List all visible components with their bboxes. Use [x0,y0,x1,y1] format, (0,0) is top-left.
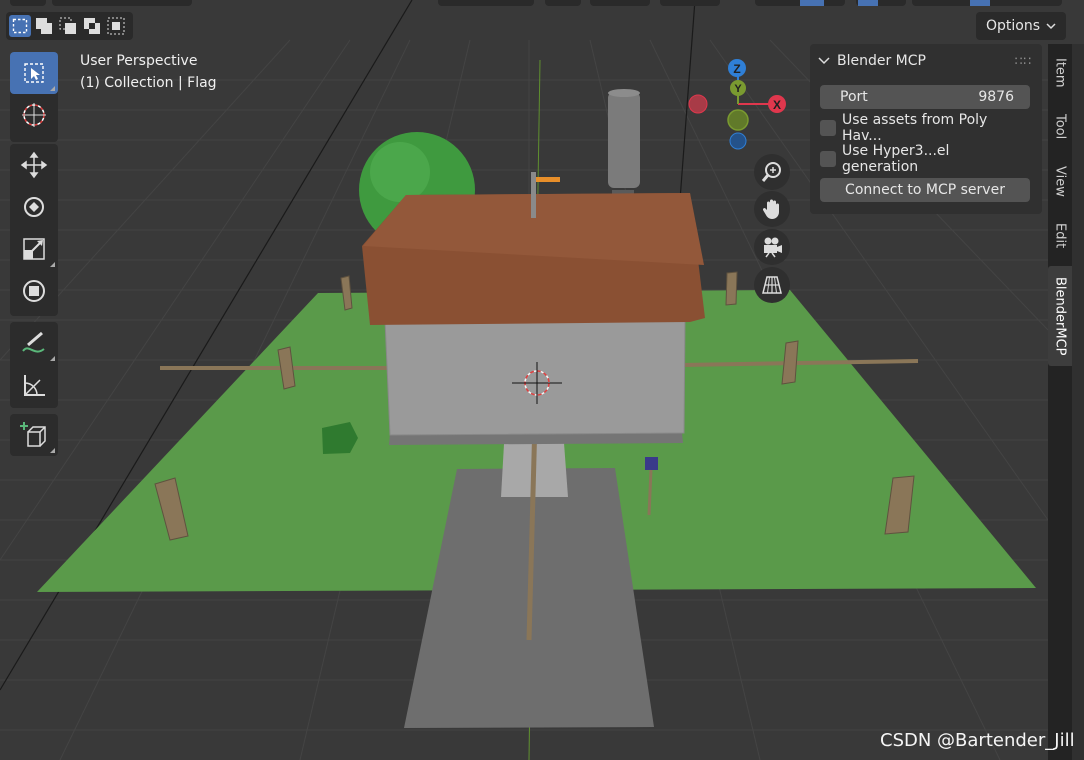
blender-mcp-panel: Blender MCP ∷∷ Port 9876 Use assets from… [810,44,1042,214]
cursor-icon [22,103,46,127]
tool-scale[interactable] [10,228,58,270]
gizmo-z-label: Z [733,62,740,76]
toolbar-group-select [10,52,58,142]
hyper3d-label: Use Hyper3...el generation [842,143,950,175]
collection-info-label: (1) Collection | Flag [80,75,217,91]
house-walls [384,317,686,436]
tab-view[interactable]: View [1048,158,1072,204]
camera-icon [764,237,782,258]
move-icon [20,151,48,179]
chevron-down-icon [818,57,830,65]
toolbar-group-annotate [10,322,58,408]
scale-icon [23,238,45,260]
tool-measure[interactable] [10,364,58,406]
tool-rotate[interactable] [10,186,58,228]
connect-mcp-button[interactable]: Connect to MCP server [820,178,1030,202]
add-cube-icon [20,422,46,447]
tab-blendermcp[interactable]: BlenderMCP [1048,266,1072,366]
select-mode-group [6,12,133,40]
tool-cursor[interactable] [10,94,58,136]
tool-transform[interactable] [10,270,58,312]
zoom-icon [761,162,781,182]
hand-pan-icon [762,199,779,219]
tool-add-cube[interactable] [10,414,58,456]
gizmo-y-label: Y [734,83,742,95]
watermark-text: CSDN @Bartender_Jill [880,730,1075,751]
select-extend-mode-icon[interactable] [33,15,55,37]
select-box-mode-icon[interactable] [9,15,31,37]
select-intersect-mode-icon[interactable] [105,15,127,37]
port-field[interactable]: Port 9876 [820,85,1030,109]
poly-haven-label: Use assets from Poly Hav... [842,112,988,144]
port-value: 9876 [978,89,1014,105]
poly-haven-checkbox[interactable] [820,120,836,136]
drag-handle-icon[interactable]: ∷∷ [1015,54,1032,68]
gizmo-x-label: X [773,98,781,112]
tab-edit[interactable]: Edit [1048,212,1072,260]
select-difference-mode-icon[interactable] [81,15,103,37]
tool-annotate[interactable] [10,322,58,364]
tab-tool[interactable]: Tool [1048,104,1072,150]
chimney [608,92,640,188]
rotate-icon [24,197,44,217]
perspective-toggle-button[interactable] [754,267,790,303]
viewport-header [0,0,1084,8]
panel-header[interactable]: Blender MCP ∷∷ [818,50,1034,72]
options-label: Options [985,18,1041,34]
poly-haven-checkbox-row[interactable]: Use assets from Poly Hav... [820,112,1030,144]
grid-perspective-icon [762,276,782,294]
zoom-button[interactable] [754,154,790,190]
panel-title: Blender MCP [837,53,926,69]
view-name-label: User Perspective [80,53,198,69]
chevron-down-icon [1046,23,1056,30]
select-subtract-mode-icon[interactable] [57,15,79,37]
tool-select-box[interactable] [10,52,58,94]
select-box-icon [24,63,44,83]
annotate-icon [22,331,45,353]
tool-move[interactable] [10,144,58,186]
options-dropdown[interactable]: Options [976,12,1066,40]
connect-label: Connect to MCP server [845,182,1005,198]
hyper3d-checkbox[interactable] [820,151,836,167]
camera-view-button[interactable] [754,229,790,265]
region-scrollbar[interactable] [1072,44,1084,760]
pan-button[interactable] [754,191,790,227]
hyper3d-checkbox-row[interactable]: Use Hyper3...el generation [820,143,1030,175]
toolbar-group-add [10,414,58,456]
sidebar-tab-strip [1048,44,1072,760]
transform-icon [23,280,45,302]
port-label: Port [840,89,868,105]
tab-item[interactable]: Item [1048,50,1072,96]
toolbar-group-transform [10,144,58,316]
measure-icon [24,375,45,396]
